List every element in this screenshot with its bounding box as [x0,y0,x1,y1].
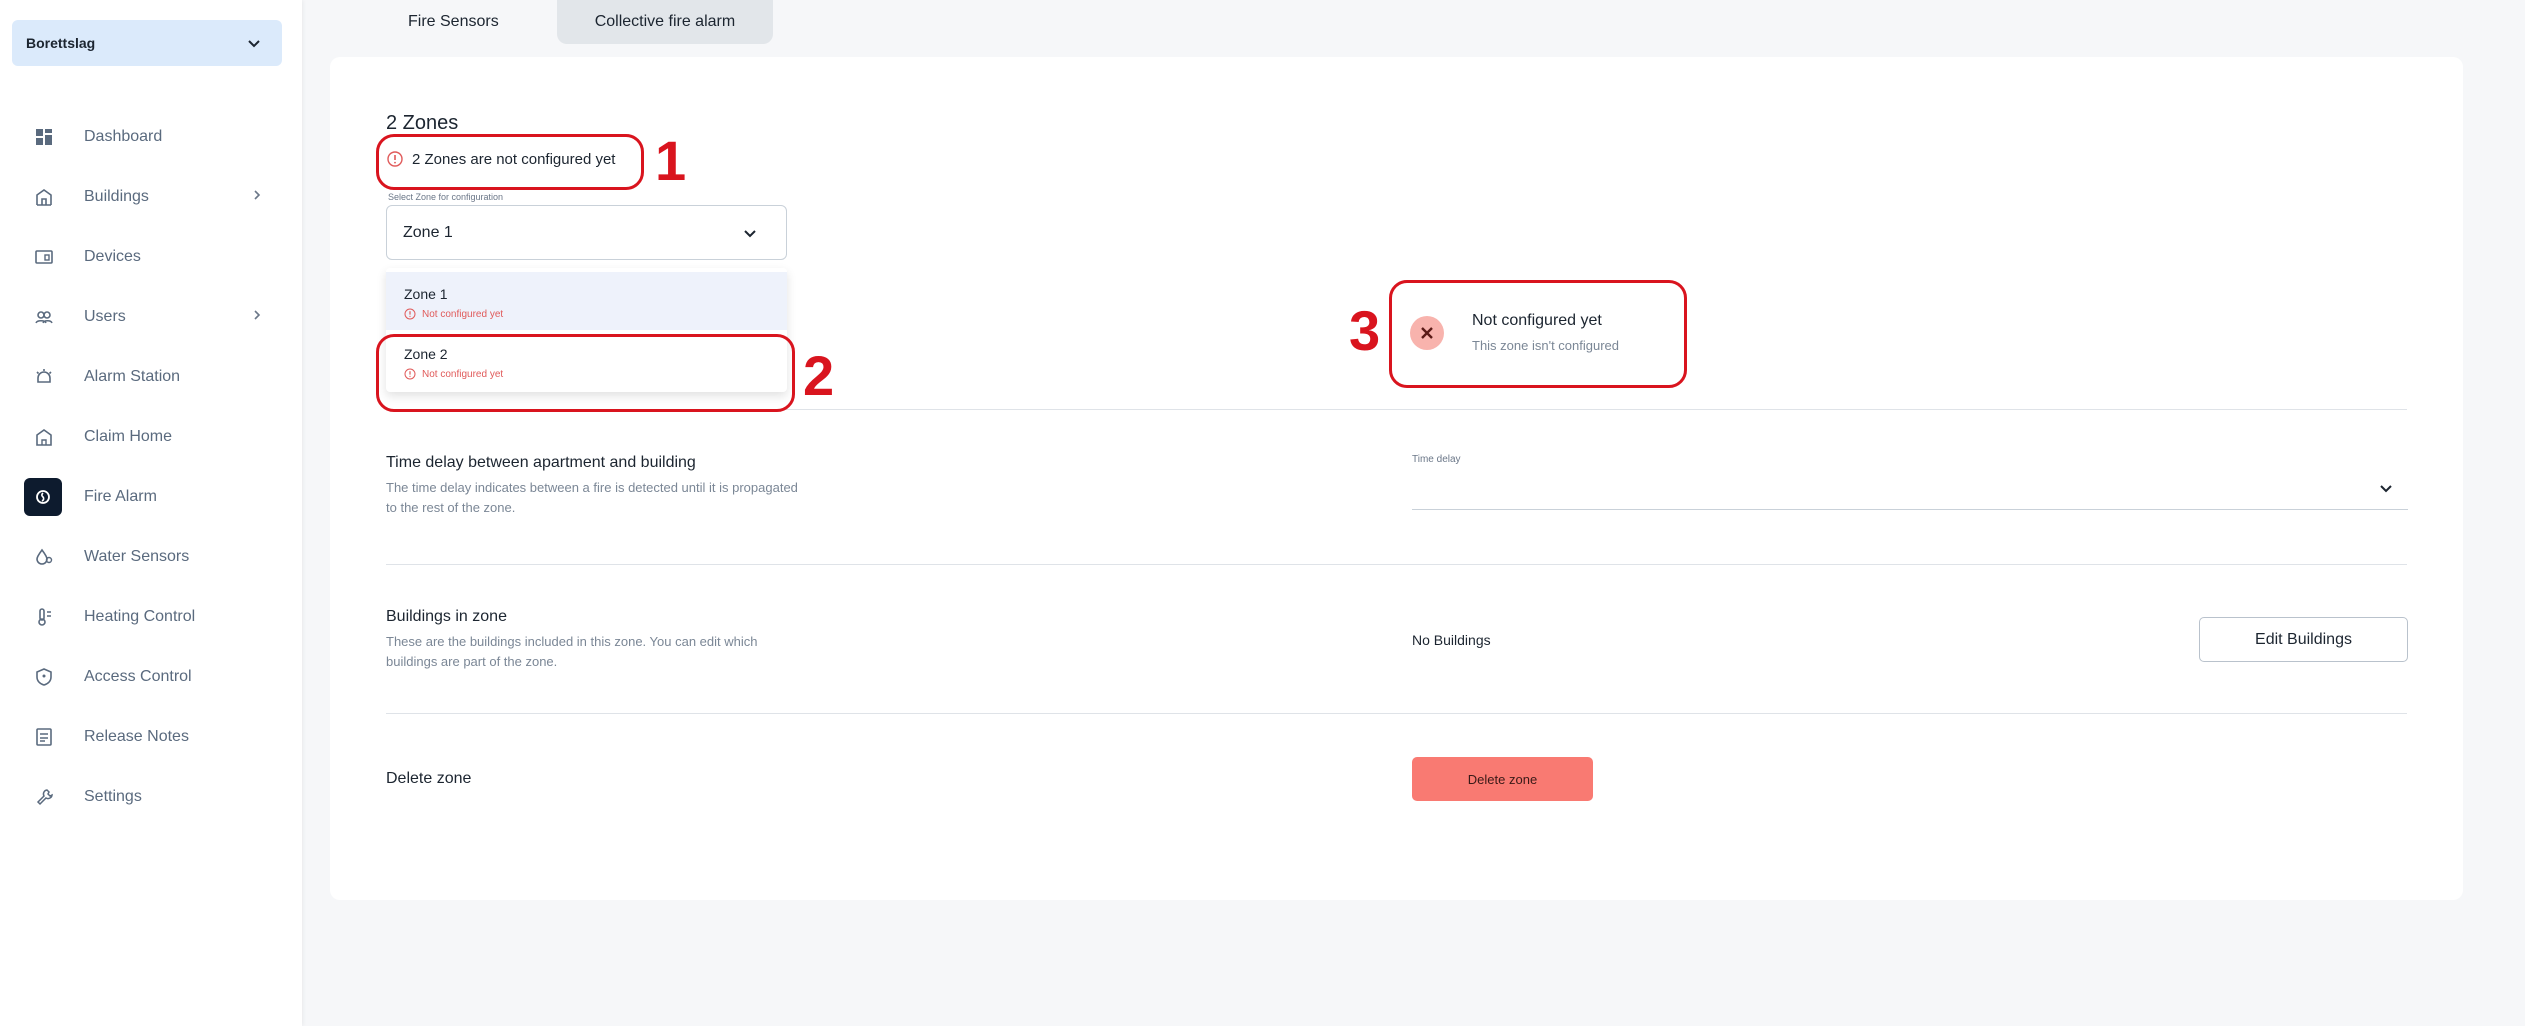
fire-alarm-icon [24,478,62,516]
sidebar-item-label: Buildings [84,188,149,205]
zone-option-status: Not configured yet [404,308,769,320]
buildings-value: No Buildings [1412,632,1491,648]
annotation-number-1: 1 [655,129,687,192]
buildings-icon [24,177,66,217]
chevron-down-icon [2380,485,2392,493]
annotation-number-2: 2 [803,344,835,407]
divider [386,564,2407,565]
dashboard-icon [24,117,66,157]
sidebar-item-dashboard[interactable]: Dashboard [24,117,264,157]
chevron-down-icon [248,40,260,48]
tab-bar: Fire Sensors Collective fire alarm [370,0,774,44]
users-icon [24,297,66,337]
annotation-circle-2 [376,334,795,412]
tab-collective-fire-alarm[interactable]: Collective fire alarm [556,0,774,44]
edit-buildings-button[interactable]: Edit Buildings [2199,617,2408,662]
sidebar-item-water-sensors[interactable]: Water Sensors [24,537,264,577]
annotation-circle-3 [1389,280,1687,388]
access-control-icon [24,657,66,697]
time-delay-description: The time delay indicates between a fire … [386,480,798,515]
zone-option-name: Zone 1 [404,286,448,302]
organization-select[interactable]: Borettslag [12,20,282,66]
sidebar-item-label: Settings [84,788,142,805]
sidebar-item-alarm-station[interactable]: Alarm Station [24,357,264,397]
sidebar-item-label: Users [84,308,126,325]
sidebar-item-label: Heating Control [84,608,196,625]
zone-select[interactable]: Zone 1 [386,205,787,260]
sidebar-item-label: Devices [84,248,141,265]
time-delay-select[interactable] [1412,470,2408,510]
chevron-down-icon [744,229,756,237]
sidebar-item-devices[interactable]: Devices [24,237,264,277]
chevron-right-icon [250,188,264,207]
heating-control-icon [24,597,66,637]
zone-select-value: Zone 1 [403,223,453,241]
wrench-icon [24,777,66,817]
sidebar-item-label: Dashboard [84,128,163,145]
water-sensors-icon [24,537,66,577]
devices-icon [24,237,66,277]
time-delay-title: Time delay between apartment and buildin… [386,454,696,471]
sidebar-item-label: Claim Home [84,428,173,445]
sidebar-item-label: Water Sensors [84,548,190,565]
sidebar-item-settings[interactable]: Settings [24,777,264,817]
delete-zone-button[interactable]: Delete zone [1412,757,1593,801]
alarm-station-icon [24,357,66,397]
time-delay-label: Time delay [1412,454,1461,465]
sidebar-item-label: Release Notes [84,728,189,745]
zone-select-label: Select Zone for configuration [388,192,504,202]
release-notes-icon [24,717,66,757]
annotation-circle-1 [376,134,644,190]
sidebar-item-label: Alarm Station [84,368,181,385]
zone-option-status-text: Not configured yet [422,308,504,320]
buildings-description: These are the buildings included in this… [386,634,758,669]
tab-fire-sensors[interactable]: Fire Sensors [370,0,537,44]
sidebar-item-claim-home[interactable]: Claim Home [24,417,264,457]
claim-home-icon [24,417,66,457]
divider [386,713,2407,714]
sidebar-item-fire-alarm[interactable]: Fire Alarm [24,477,264,517]
chevron-right-icon [250,308,264,327]
annotation-number-3: 3 [1349,299,1381,362]
warning-icon [404,308,416,320]
sidebar-item-label: Fire Alarm [84,488,157,505]
sidebar-item-users[interactable]: Users [24,297,264,337]
zones-title: 2 Zones [386,112,459,134]
zone-option-1[interactable]: Zone 1 Not configured yet [386,272,787,330]
sidebar-item-heating-control[interactable]: Heating Control [24,597,264,637]
sidebar-item-label: Access Control [84,668,192,685]
sidebar-item-release-notes[interactable]: Release Notes [24,717,264,757]
buildings-title: Buildings in zone [386,608,507,625]
organization-name: Borettslag [26,35,96,51]
sidebar-item-access-control[interactable]: Access Control [24,657,264,697]
sidebar: Borettslag Dashboard Buildings Devices U… [0,0,302,1026]
sidebar-item-buildings[interactable]: Buildings [24,177,264,217]
delete-zone-title: Delete zone [386,770,472,787]
